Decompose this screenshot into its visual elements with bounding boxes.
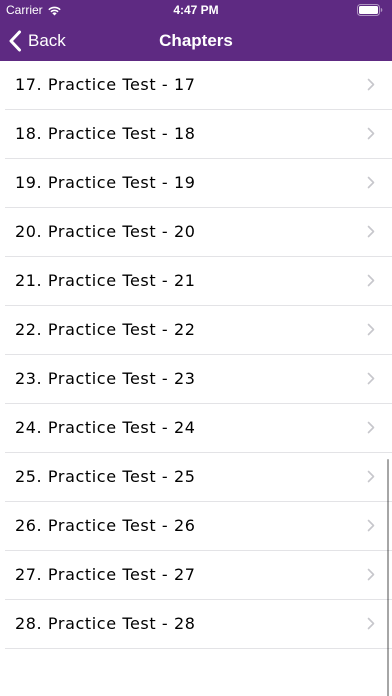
chapter-label: 28. Practice Test - 28	[15, 614, 196, 633]
chevron-right-icon	[367, 225, 375, 238]
chapter-row[interactable]: 21. Practice Test - 21	[0, 257, 392, 306]
chapter-label: 21. Practice Test - 21	[15, 271, 196, 290]
status-time: 4:47 PM	[173, 3, 219, 17]
back-button[interactable]: Back	[8, 20, 66, 61]
chevron-right-icon	[367, 372, 375, 385]
chevron-right-icon	[367, 519, 375, 532]
chevron-right-icon	[367, 127, 375, 140]
chapter-row[interactable]: 22. Practice Test - 22	[0, 306, 392, 355]
back-label: Back	[28, 30, 66, 50]
chevron-right-icon	[367, 176, 375, 189]
chapter-label: 20. Practice Test - 20	[15, 222, 196, 241]
chapter-label: 22. Practice Test - 22	[15, 320, 196, 339]
chapter-row[interactable]: 19. Practice Test - 19	[0, 159, 392, 208]
chevron-right-icon	[367, 568, 375, 581]
chevron-right-icon	[367, 274, 375, 287]
scroll-indicator[interactable]	[387, 459, 389, 696]
chevron-right-icon	[367, 617, 375, 630]
chapter-row[interactable]: 26. Practice Test - 26	[0, 502, 392, 551]
chapter-row[interactable]: 27. Practice Test - 27	[0, 551, 392, 600]
chevron-right-icon	[367, 470, 375, 483]
chapter-row[interactable]: 28. Practice Test - 28	[0, 600, 392, 649]
chapter-row[interactable]: 18. Practice Test - 18	[0, 110, 392, 159]
chapter-label: 27. Practice Test - 27	[15, 565, 196, 584]
battery-icon	[357, 4, 383, 16]
chevron-right-icon	[367, 78, 375, 91]
chapter-row[interactable]: 24. Practice Test - 24	[0, 404, 392, 453]
navigation-bar: Back Chapters	[0, 20, 392, 61]
chapter-label: 25. Practice Test - 25	[15, 467, 196, 486]
chevron-left-icon	[9, 30, 21, 51]
chapter-label: 23. Practice Test - 23	[15, 369, 196, 388]
chapter-label: 19. Practice Test - 19	[15, 173, 196, 192]
chapter-label: 26. Practice Test - 26	[15, 516, 196, 535]
chapter-label: 24. Practice Test - 24	[15, 418, 196, 437]
chevron-right-icon	[367, 421, 375, 434]
chapter-row[interactable]: 20. Practice Test - 20	[0, 208, 392, 257]
status-bar: Carrier 4:47 PM	[0, 0, 392, 20]
header: Carrier 4:47 PM Back Chapters	[0, 0, 392, 61]
chapter-label: 17. Practice Test - 17	[15, 75, 196, 94]
chapter-list[interactable]: 17. Practice Test - 17 18. Practice Test…	[0, 61, 392, 696]
chevron-right-icon	[367, 323, 375, 336]
chapter-label: 18. Practice Test - 18	[15, 124, 196, 143]
chapter-row[interactable]: 25. Practice Test - 25	[0, 453, 392, 502]
chapter-row[interactable]: 23. Practice Test - 23	[0, 355, 392, 404]
chapter-row[interactable]: 17. Practice Test - 17	[0, 61, 392, 110]
